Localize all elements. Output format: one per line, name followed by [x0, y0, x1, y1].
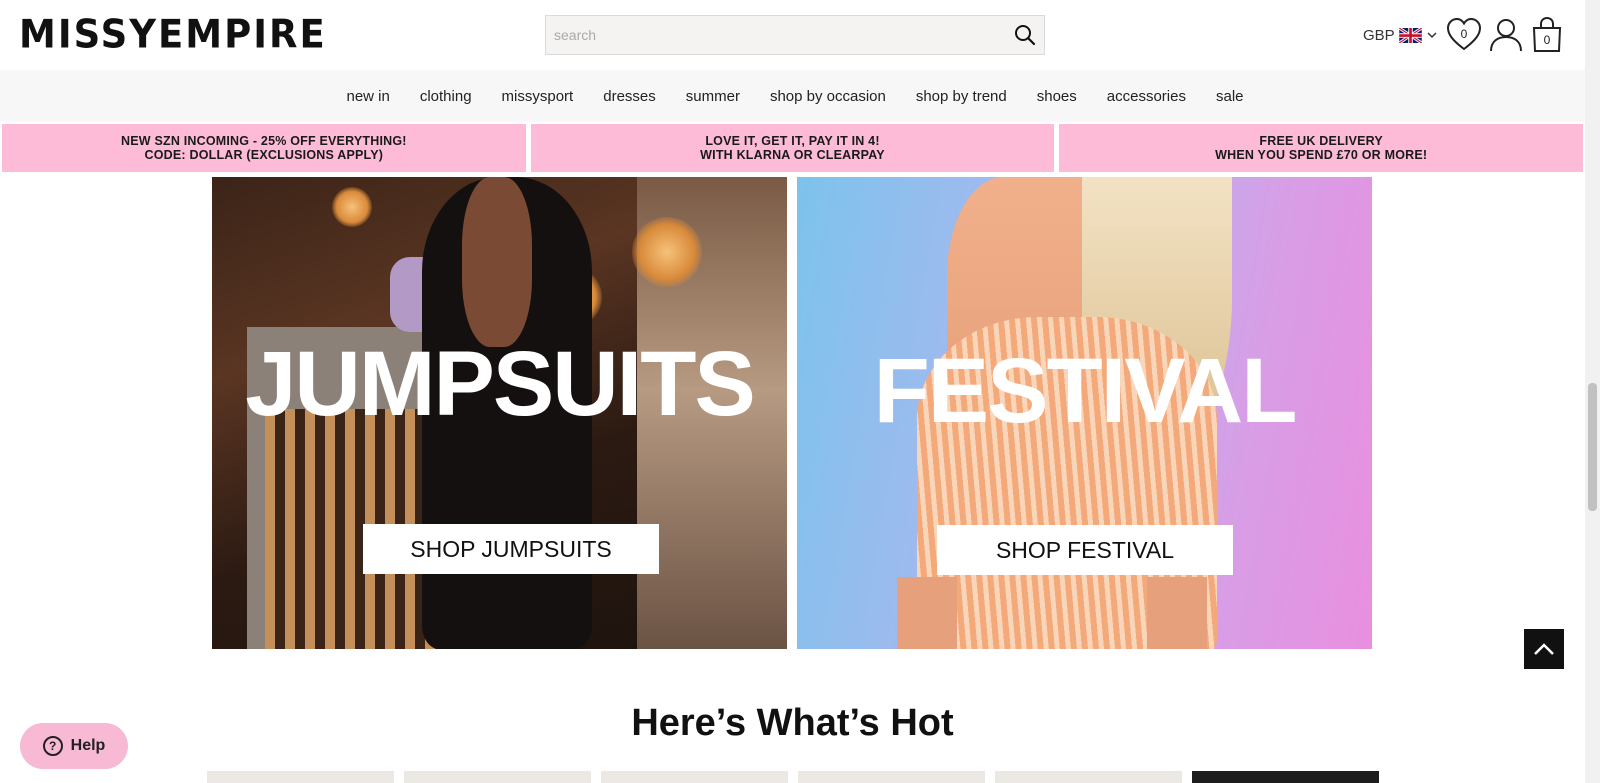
account-button[interactable] — [1488, 17, 1524, 53]
page-scrollbar[interactable] — [1585, 0, 1600, 783]
promo-line: FREE UK DELIVERY — [1259, 134, 1383, 148]
jumpsuits-banner[interactable]: JUMPSUITS SHOP JUMPSUITS — [212, 177, 787, 649]
model-torso — [462, 177, 532, 347]
promo-strip: NEW SZN INCOMING - 25% OFF EVERYTHING! C… — [2, 124, 1584, 172]
nav-list: new in clothing missysport dresses summe… — [0, 70, 1585, 122]
pendant-lamp — [632, 217, 702, 287]
whats-hot-heading: Here’s What’s Hot — [631, 702, 954, 744]
user-icon — [1490, 19, 1522, 52]
product-row — [207, 771, 1379, 783]
nav-item-summer[interactable]: summer — [686, 88, 740, 105]
promo-delivery[interactable]: FREE UK DELIVERY WHEN YOU SPEND £70 OR M… — [1059, 124, 1584, 172]
product-card[interactable] — [404, 771, 591, 783]
model-leg — [897, 577, 957, 649]
product-card[interactable] — [1192, 771, 1379, 783]
search-bar — [545, 15, 1045, 55]
nav-item-dresses[interactable]: dresses — [603, 88, 656, 105]
page: MISSYEMPIRE GBP — [0, 0, 1600, 783]
help-button[interactable]: ? Help — [20, 723, 128, 769]
promo-line: WITH KLARNA OR CLEARPAY — [700, 148, 885, 162]
promo-discount[interactable]: NEW SZN INCOMING - 25% OFF EVERYTHING! C… — [2, 124, 526, 172]
site-header: MISSYEMPIRE GBP — [0, 0, 1585, 70]
nav-item-shop-by-occasion[interactable]: shop by occasion — [770, 88, 886, 105]
site-logo[interactable]: MISSYEMPIRE — [19, 12, 327, 57]
currency-label: GBP — [1363, 26, 1395, 44]
scrollbar-thumb[interactable] — [1588, 383, 1597, 511]
main-nav: new in clothing missysport dresses summe… — [0, 70, 1585, 122]
question-icon: ? — [42, 736, 63, 756]
bag-button[interactable]: 0 — [1529, 16, 1565, 53]
product-card[interactable] — [995, 771, 1182, 783]
pendant-lamp — [332, 187, 372, 227]
jumpsuits-title: JUMPSUITS — [245, 333, 756, 435]
back-to-top-button[interactable] — [1524, 629, 1564, 669]
currency-selector[interactable]: GBP — [1363, 24, 1438, 46]
nav-item-shoes[interactable]: shoes — [1037, 88, 1077, 105]
nav-item-missysport[interactable]: missysport — [502, 88, 574, 105]
nav-item-accessories[interactable]: accessories — [1107, 88, 1186, 105]
product-card[interactable] — [798, 771, 985, 783]
promo-klarna[interactable]: LOVE IT, GET IT, PAY IT IN 4! WITH KLARN… — [530, 124, 1055, 172]
promo-line: CODE: DOLLAR (EXCLUSIONS APPLY) — [144, 148, 384, 162]
help-label: Help — [70, 737, 106, 754]
promo-line: LOVE IT, GET IT, PAY IT IN 4! — [705, 134, 880, 148]
product-card[interactable] — [601, 771, 788, 783]
uk-flag-icon — [1398, 27, 1422, 43]
promo-line: WHEN YOU SPEND £70 OR MORE! — [1215, 148, 1428, 162]
chevron-up-icon — [1534, 643, 1554, 655]
chevron-down-icon — [1427, 32, 1437, 39]
shop-festival-button[interactable]: SHOP FESTIVAL — [937, 525, 1233, 575]
nav-item-sale[interactable]: sale — [1216, 88, 1244, 105]
search-input[interactable] — [546, 16, 1001, 54]
search-button[interactable] — [1012, 22, 1038, 48]
search-icon — [1015, 25, 1036, 46]
shop-jumpsuits-button[interactable]: SHOP JUMPSUITS — [363, 524, 659, 574]
model-leg — [1147, 577, 1207, 649]
festival-title: FESTIVAL — [873, 340, 1298, 442]
wishlist-count: 0 — [1460, 27, 1468, 41]
festival-banner[interactable]: FESTIVAL SHOP FESTIVAL — [797, 177, 1372, 649]
nav-item-shop-by-trend[interactable]: shop by trend — [916, 88, 1007, 105]
nav-item-new-in[interactable]: new in — [346, 88, 389, 105]
product-card[interactable] — [207, 771, 394, 783]
wishlist-button[interactable]: 0 — [1446, 17, 1482, 53]
bag-count: 0 — [1543, 33, 1551, 47]
nav-item-clothing[interactable]: clothing — [420, 88, 472, 105]
promo-line: NEW SZN INCOMING - 25% OFF EVERYTHING! — [121, 134, 407, 148]
